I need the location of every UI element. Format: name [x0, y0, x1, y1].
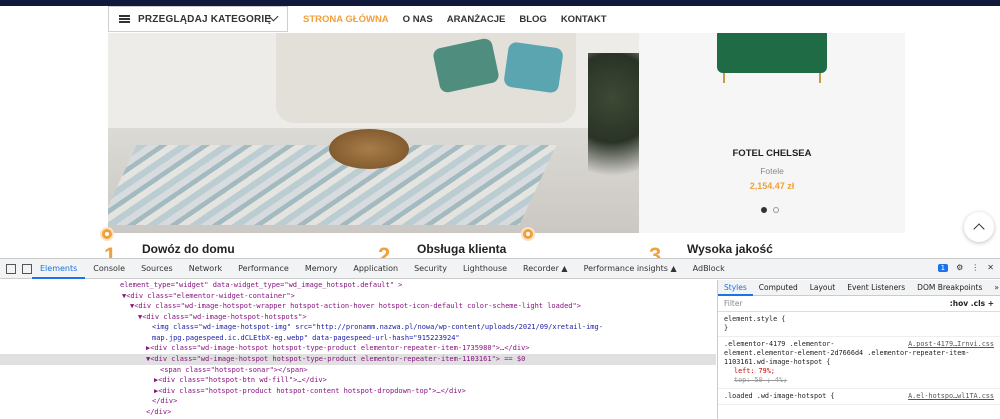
feature-title-2: Obsługa klienta: [417, 242, 507, 256]
tab-performance-insights[interactable]: Performance insights ▲: [576, 259, 685, 279]
gear-icon[interactable]: ⚙: [956, 263, 963, 272]
tab-security[interactable]: Security: [406, 259, 455, 279]
tab-computed[interactable]: Computed: [753, 280, 804, 296]
css-property-overridden[interactable]: top: 50 ; 4%;: [724, 376, 994, 385]
tab-memory[interactable]: Memory: [297, 259, 346, 279]
css-rule[interactable]: element.style { }: [718, 312, 1000, 337]
product-card[interactable]: FOTEL CHELSEA Fotele 2,154.47 zł: [639, 33, 905, 233]
devtools-tabbar: Elements Console Sources Network Perform…: [0, 259, 1000, 279]
menu-item-arrangements[interactable]: ARANŻACJE: [447, 14, 506, 25]
css-body: }: [724, 324, 729, 332]
tab-more[interactable]: »: [988, 280, 1000, 296]
dom-line-selected[interactable]: ▼<div class="wd-image-hotspot hotspot-ty…: [0, 353, 716, 365]
menu-item-about[interactable]: O NAS: [403, 14, 433, 25]
tab-lighthouse[interactable]: Lighthouse: [455, 259, 515, 279]
sofa-graphic: [276, 33, 576, 123]
issues-badge[interactable]: 1: [937, 263, 949, 272]
menu-item-contact[interactable]: KONTAKT: [561, 14, 607, 25]
slider-dot-1[interactable]: [761, 207, 767, 213]
dom-line[interactable]: </div>: [0, 407, 716, 418]
dom-line[interactable]: </div>: [0, 396, 716, 407]
tab-performance[interactable]: Performance: [230, 259, 297, 279]
hero-interior-image: [108, 33, 639, 233]
dom-line[interactable]: <span class="hotspot-sonar"></span>: [0, 365, 716, 376]
product-category[interactable]: Fotele: [639, 166, 905, 176]
tab-styles[interactable]: Styles: [718, 280, 753, 296]
pouf-graphic: [329, 129, 409, 169]
dom-line[interactable]: ▼<div class="wd-image-hotspot-wrapper ho…: [0, 301, 716, 312]
feature-title-3: Wysoka jakość: [687, 242, 773, 256]
device-toolbar-icon[interactable]: [22, 263, 32, 274]
dom-tree: element_type="widget" data-widget_type="…: [0, 280, 716, 419]
css-property[interactable]: left: 79%;: [724, 367, 994, 376]
menu-item-blog[interactable]: BLOG: [519, 14, 546, 25]
css-selector: element.style {: [724, 315, 786, 323]
inspect-element-icon[interactable]: [6, 263, 16, 274]
hamburger-icon: [119, 15, 130, 23]
product-image[interactable]: [717, 33, 827, 83]
tab-dom-breakpoints[interactable]: DOM Breakpoints: [911, 280, 988, 296]
close-icon[interactable]: ✕: [987, 263, 994, 272]
filter-placeholder: Filter: [724, 299, 743, 308]
styles-filter-input[interactable]: Filter :hov .cls +: [718, 296, 1000, 312]
browse-categories-button[interactable]: PRZEGLĄDAJ KATEGORIĘ: [108, 6, 288, 32]
site-navigation: PRZEGLĄDAJ KATEGORIĘ STRONA GŁÓWNA O NAS…: [0, 6, 1000, 33]
tab-recorder[interactable]: Recorder ▲: [515, 259, 576, 279]
product-price: 2,154.47 zł: [749, 181, 795, 191]
dom-line[interactable]: ▶<div class="hotspot-btn wd-fill">…</div…: [0, 375, 716, 386]
css-rule[interactable]: A.el-hotspo…wl1TA.css .loaded .wd-image-…: [718, 389, 1000, 405]
filter-actions[interactable]: :hov .cls +: [950, 296, 994, 312]
hotspot-icon[interactable]: [102, 229, 112, 239]
tab-adblock[interactable]: AdBlock: [685, 259, 733, 279]
main-menu: STRONA GŁÓWNA O NAS ARANŻACJE BLOG KONTA…: [303, 14, 607, 25]
tab-elements[interactable]: Elements: [32, 259, 86, 279]
hotspot-icon[interactable]: [523, 229, 533, 239]
dom-line[interactable]: ▼<div class="wd-image-hotspot-hotspots">: [0, 312, 716, 323]
dom-line[interactable]: ▶<div class="wd-image-hotspot hotspot-ty…: [0, 343, 716, 354]
dom-line[interactable]: ▶<div class="hotspot-product hotspot-con…: [0, 386, 716, 397]
tab-network[interactable]: Network: [181, 259, 230, 279]
styles-pane: Styles Computed Layout Event Listeners D…: [717, 280, 1000, 419]
tab-event-listeners[interactable]: Event Listeners: [841, 280, 911, 296]
scroll-to-top-button[interactable]: [964, 212, 994, 242]
tab-application[interactable]: Application: [345, 259, 406, 279]
browse-categories-label: PRZEGLĄDAJ KATEGORIĘ: [138, 13, 272, 25]
devtools-panel: Elements Console Sources Network Perform…: [0, 258, 1000, 419]
dom-line[interactable]: ▼<div class="elementor-widget-container"…: [0, 291, 716, 302]
menu-item-home[interactable]: STRONA GŁÓWNA: [303, 14, 389, 25]
tab-sources[interactable]: Sources: [133, 259, 181, 279]
css-rule[interactable]: A.post-4179…Irnvi.css .elementor-4179 .e…: [718, 337, 1000, 389]
dom-line-img[interactable]: <img class="wd-image-hotspot-img" src="h…: [0, 322, 716, 343]
slider-dot-2[interactable]: [773, 207, 779, 213]
slider-dots: [761, 207, 779, 213]
plant-graphic: [588, 53, 639, 203]
tab-layout[interactable]: Layout: [804, 280, 842, 296]
feature-title-1: Dowóz do domu: [142, 242, 235, 256]
tab-console[interactable]: Console: [85, 259, 133, 279]
styles-tabbar: Styles Computed Layout Event Listeners D…: [718, 280, 1000, 296]
css-source-link[interactable]: A.post-4179…Irnvi.css: [908, 340, 994, 349]
more-menu-icon[interactable]: ⋮: [971, 263, 979, 272]
css-source-link[interactable]: A.el-hotspo…wl1TA.css: [908, 392, 994, 401]
product-name[interactable]: FOTEL CHELSEA: [639, 148, 905, 159]
dom-line[interactable]: element_type="widget" data-widget_type="…: [0, 280, 716, 291]
